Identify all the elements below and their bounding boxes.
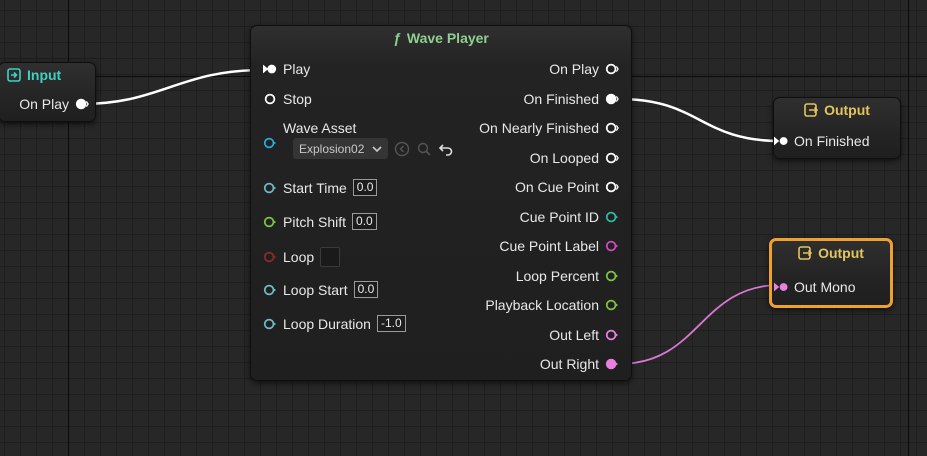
pin-row-out-on-nearly-finished: On Nearly Finished (479, 120, 619, 136)
pin-row-on-play: On Play (9, 96, 89, 112)
output-node-title: Output (824, 102, 870, 118)
wire-out-right (618, 284, 781, 365)
pin-label: Loop Duration (283, 315, 371, 332)
pin-row-in-out-mono: Out Mono (774, 279, 855, 295)
trigger-pin[interactable] (263, 62, 277, 76)
trigger-pin[interactable] (605, 121, 619, 135)
wave-player-title: Wave Player (406, 30, 489, 46)
pin-label: On Play (19, 96, 69, 112)
pin-label: Start Time (283, 179, 347, 196)
pin-row-out-on-looped: On Looped (530, 150, 619, 166)
pin-row-out-loop-percent: Loop Percent (516, 268, 619, 284)
output-icon (804, 103, 819, 117)
pin-row-loop: Loop (263, 247, 341, 267)
input-node-header: Input (0, 63, 95, 87)
wave-asset-controls: Explosion02 (293, 138, 454, 159)
trigger-pin[interactable] (605, 92, 619, 106)
input-node-title: Input (27, 67, 62, 83)
pin-row-out-cue-point-id: Cue Point ID (520, 209, 619, 225)
pin-label: Pitch Shift (283, 213, 347, 230)
trigger-pin[interactable] (774, 134, 788, 148)
pin-row-out-playback-location: Playback Location (485, 297, 619, 313)
int-pin[interactable] (605, 210, 619, 224)
wire-on-finished (618, 97, 781, 143)
pin-label: On Nearly Finished (479, 120, 599, 136)
pin-label: Stop (283, 91, 312, 107)
chevron-down-icon (372, 145, 382, 152)
loop-checkbox[interactable] (320, 247, 341, 267)
loop-duration-field[interactable]: -1.0 (376, 315, 406, 332)
pin-row-out-on-finished: On Finished (524, 91, 619, 107)
pin-label: Loop Percent (515, 268, 599, 284)
pin-label: Out Mono (794, 279, 856, 295)
pin-row-out-on-play: On Play (549, 61, 619, 77)
trigger-pin[interactable] (75, 97, 89, 111)
pin-label: Loop Start (283, 281, 348, 298)
pin-label: Cue Point Label (499, 238, 599, 254)
pin-label: On Play (549, 61, 599, 77)
pin-row-out-right: Out Right (540, 356, 619, 372)
pin-row-in-on-finished: On Finished (774, 133, 869, 149)
float-pin[interactable] (263, 317, 277, 331)
pin-row-loop-duration: Loop Duration -1.0 (263, 315, 406, 332)
pin-label: On Finished (523, 91, 599, 107)
start-time-field[interactable]: 0.0 (352, 179, 378, 196)
pin-row-out-left: Out Left (549, 327, 619, 343)
trigger-pin[interactable] (263, 92, 277, 106)
output-out-mono-node[interactable]: Output Out Mono (769, 238, 893, 308)
trigger-pin[interactable] (605, 151, 619, 165)
trigger-pin[interactable] (605, 180, 619, 194)
input-icon (7, 68, 21, 82)
output-node-header: Output (772, 241, 890, 265)
wave-asset-value: Explosion02 (299, 141, 365, 156)
output-node-title: Output (818, 245, 864, 261)
pin-label: Cue Point ID (519, 209, 599, 225)
wave-asset-dropdown[interactable]: Explosion02 (293, 138, 389, 159)
pin-label: Loop (283, 249, 315, 265)
output-icon (798, 246, 813, 260)
pin-row-wave-asset-label: Wave Asset (263, 120, 356, 136)
pin-label: On Finished (794, 133, 870, 149)
trigger-pin[interactable] (605, 62, 619, 76)
audio-pin[interactable] (605, 357, 619, 371)
asset-pin[interactable] (263, 136, 277, 150)
pin-label: On Cue Point (514, 179, 599, 195)
pin-label: On Looped (529, 150, 599, 166)
browse-icon[interactable] (394, 141, 410, 157)
grid-line (908, 0, 909, 456)
loop-start-field[interactable]: 0.0 (353, 281, 379, 298)
pitch-shift-field[interactable]: 0.0 (352, 213, 377, 230)
float-pin[interactable] (263, 215, 277, 229)
pin-row-loop-start: Loop Start 0.0 (263, 281, 379, 298)
pin-label: Playback Location (485, 297, 599, 313)
wave-player-header: ƒ Wave Player (251, 26, 631, 50)
pin-label: Out Left (549, 327, 599, 343)
float-pin[interactable] (605, 298, 619, 312)
reset-icon[interactable] (438, 141, 454, 157)
float-pin[interactable] (263, 283, 277, 297)
pin-row-pitch-shift: Pitch Shift 0.0 (263, 213, 377, 230)
pin-label: Out Right (539, 356, 599, 372)
string-pin[interactable] (605, 239, 619, 253)
pin-row-play: Play (263, 61, 310, 77)
pin-row-stop: Stop (263, 91, 312, 107)
pin-label: Wave Asset (283, 120, 357, 136)
audio-pin[interactable] (605, 328, 619, 342)
pin-row-out-cue-point-label: Cue Point Label (499, 238, 619, 254)
pin-row-out-on-cue-point: On Cue Point (515, 179, 619, 195)
pin-row-start-time: Start Time 0.0 (263, 179, 378, 196)
float-pin[interactable] (263, 181, 277, 195)
bool-pin[interactable] (263, 250, 277, 264)
audio-pin[interactable] (774, 280, 788, 294)
search-icon[interactable] (416, 141, 432, 157)
function-icon: ƒ (393, 30, 401, 46)
pin-label: Play (283, 61, 311, 77)
wave-player-node[interactable]: ƒ Wave Player Play Stop Wave Asset Explo… (250, 25, 632, 381)
float-pin[interactable] (605, 269, 619, 283)
input-node[interactable]: Input On Play (0, 62, 96, 122)
output-on-finished-node[interactable]: Output On Finished (773, 97, 901, 159)
output-node-header: Output (774, 98, 900, 122)
